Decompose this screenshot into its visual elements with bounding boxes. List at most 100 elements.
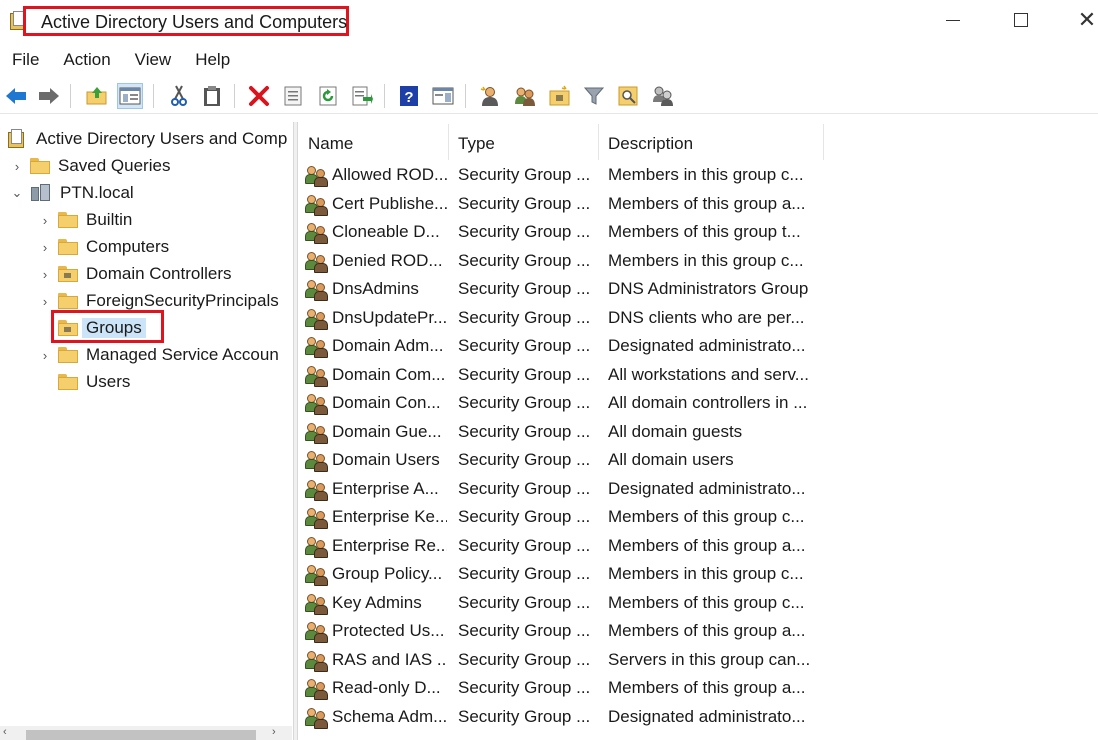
security-group-icon xyxy=(305,621,329,643)
group-description: Members of this group a... xyxy=(608,535,806,555)
scroll-right-icon[interactable]: › xyxy=(272,726,276,738)
group-name: Cert Publishe... xyxy=(332,193,447,213)
security-group-icon xyxy=(305,365,329,387)
group-description: All domain guests xyxy=(608,421,743,441)
chevron-down-icon[interactable]: ⌄ xyxy=(10,185,24,201)
chevron-right-icon[interactable]: › xyxy=(10,159,24,174)
list-item[interactable]: Domain Users Security Group ... All domain… xyxy=(299,446,1098,474)
back-button[interactable] xyxy=(3,83,29,109)
new-user-button[interactable] xyxy=(477,83,503,109)
tree-item-users[interactable]: Users xyxy=(38,369,130,395)
tree-root[interactable]: Active Directory Users and Comp xyxy=(8,126,287,152)
group-name: RAS and IAS ... xyxy=(332,649,447,669)
scroll-left-icon[interactable]: ‹ xyxy=(3,726,7,738)
menu-help[interactable]: Help xyxy=(183,46,242,74)
list-item[interactable]: Cloneable D... Security Group ... Members … xyxy=(299,218,1098,246)
filter-icon xyxy=(583,87,605,105)
list-item[interactable]: RAS and IAS ... Security Group ... Servers… xyxy=(299,646,1098,674)
column-header-name[interactable]: Name xyxy=(299,124,449,160)
list-item[interactable]: Key Admins Security Group ... Members of t… xyxy=(299,589,1098,617)
list-item[interactable]: Allowed ROD... Security Group ... Members … xyxy=(299,161,1098,189)
paste-button[interactable] xyxy=(199,83,225,109)
list-item[interactable]: Domain Con... Security Group ... All domai… xyxy=(299,389,1098,417)
security-group-icon xyxy=(305,308,329,330)
add-to-group-button[interactable] xyxy=(650,83,676,109)
list-item[interactable]: Enterprise A... Security Group ... Designa… xyxy=(299,475,1098,503)
filter-button[interactable] xyxy=(581,83,607,109)
column-header-type[interactable]: Type xyxy=(449,124,599,160)
list-item[interactable]: Schema Adm... Security Group ... Designate… xyxy=(299,703,1098,731)
refresh-button[interactable] xyxy=(315,83,341,109)
security-group-icon xyxy=(305,165,329,187)
tree-item-computers[interactable]: › Computers xyxy=(38,234,169,260)
properties-button[interactable] xyxy=(280,83,306,109)
pane-splitter[interactable] xyxy=(293,122,298,740)
menu-view[interactable]: View xyxy=(123,46,184,74)
group-description: Members of this group a... xyxy=(608,678,806,697)
folder-icon xyxy=(58,374,78,390)
new-ou-button[interactable] xyxy=(547,83,573,109)
group-type: Security Group ... xyxy=(458,450,591,469)
group-description: Members of this group a... xyxy=(608,193,806,213)
column-header-description[interactable]: Description xyxy=(599,124,824,160)
list-item[interactable]: Enterprise Ke... Security Group ... Member… xyxy=(299,503,1098,531)
tree-item-managed-service-accounts[interactable]: › Managed Service Accoun xyxy=(38,342,279,368)
list-item[interactable]: Read-only D... Security Group ... Members … xyxy=(299,674,1098,702)
list-item[interactable]: Domain Gue... Security Group ... All domai… xyxy=(299,418,1098,446)
tree-item-label: ForeignSecurityPrincipals xyxy=(86,291,279,310)
delete-button[interactable] xyxy=(246,83,272,109)
security-group-icon xyxy=(305,507,329,529)
group-name: DnsUpdatePr... xyxy=(332,307,447,327)
console-tree: Active Directory Users and Comp › Saved … xyxy=(0,122,292,740)
group-type: Security Group ... xyxy=(458,649,591,669)
action-pane-button[interactable] xyxy=(430,83,456,109)
list-item[interactable]: Group Policy... Security Group ... Members… xyxy=(299,560,1098,588)
title-highlight-box: Active Directory Users and Computers xyxy=(23,6,349,36)
help-button[interactable]: ? xyxy=(396,83,422,109)
tree-item-ptn-local[interactable]: ⌄ PTN.local xyxy=(10,180,134,206)
tree-item-domain-controllers[interactable]: › Domain Controllers xyxy=(38,261,232,287)
export-list-button[interactable] xyxy=(349,83,375,109)
group-description: Members of this group a... xyxy=(608,621,806,640)
minimize-button[interactable] xyxy=(930,0,976,40)
tree-horizontal-scrollbar[interactable]: ‹ › xyxy=(0,726,292,740)
forward-button[interactable] xyxy=(36,83,62,109)
title-bar: Active Directory Users and Computers ✕ xyxy=(0,0,1098,42)
tree-item-label: Domain Controllers xyxy=(86,264,232,283)
chevron-right-icon[interactable]: › xyxy=(38,348,52,363)
list-item[interactable]: DnsUpdatePr... Security Group ... DNS clie… xyxy=(299,304,1098,332)
cut-button[interactable] xyxy=(166,83,192,109)
scrollbar-thumb[interactable] xyxy=(26,730,256,740)
menu-file[interactable]: File xyxy=(0,46,51,74)
add-to-group-icon xyxy=(653,86,673,106)
close-button[interactable]: ✕ xyxy=(1064,0,1098,40)
list-item[interactable]: DnsAdmins Security Group ... DNS Administr… xyxy=(299,275,1098,303)
list-item[interactable]: Domain Adm... Security Group ... Designate… xyxy=(299,332,1098,360)
new-user-icon xyxy=(480,86,498,106)
list-item[interactable]: Domain Com... Security Group ... All works… xyxy=(299,361,1098,389)
list-item[interactable]: Enterprise Re... Security Group ... Member… xyxy=(299,532,1098,560)
security-group-icon xyxy=(305,450,329,472)
tree-item-builtin[interactable]: › Builtin xyxy=(38,207,132,233)
find-button[interactable] xyxy=(615,83,641,109)
chevron-right-icon[interactable]: › xyxy=(38,267,52,282)
chevron-right-icon[interactable]: › xyxy=(38,240,52,255)
chevron-right-icon[interactable]: › xyxy=(38,294,52,309)
new-group-button[interactable] xyxy=(512,83,538,109)
security-group-icon xyxy=(305,479,329,501)
chevron-right-icon[interactable]: › xyxy=(38,213,52,228)
show-console-tree-button[interactable] xyxy=(117,83,143,109)
folder-icon xyxy=(58,347,78,363)
list-item[interactable]: Denied ROD... Security Group ... Members i… xyxy=(299,247,1098,275)
maximize-button[interactable] xyxy=(998,0,1044,40)
menu-action[interactable]: Action xyxy=(51,46,122,74)
find-icon xyxy=(618,86,638,106)
list-item[interactable]: Cert Publishe... Security Group ... Member… xyxy=(299,190,1098,218)
tree-item-saved-queries[interactable]: › Saved Queries xyxy=(10,153,171,179)
group-type: Security Group ... xyxy=(458,421,591,441)
tree-root-label: Active Directory Users and Comp xyxy=(36,129,288,148)
up-one-level-button[interactable] xyxy=(84,83,110,109)
list-item[interactable]: Protected Us... Security Group ... Members… xyxy=(299,617,1098,645)
group-type: Security Group ... xyxy=(458,535,591,555)
group-description: Designated administrato... xyxy=(608,478,806,498)
